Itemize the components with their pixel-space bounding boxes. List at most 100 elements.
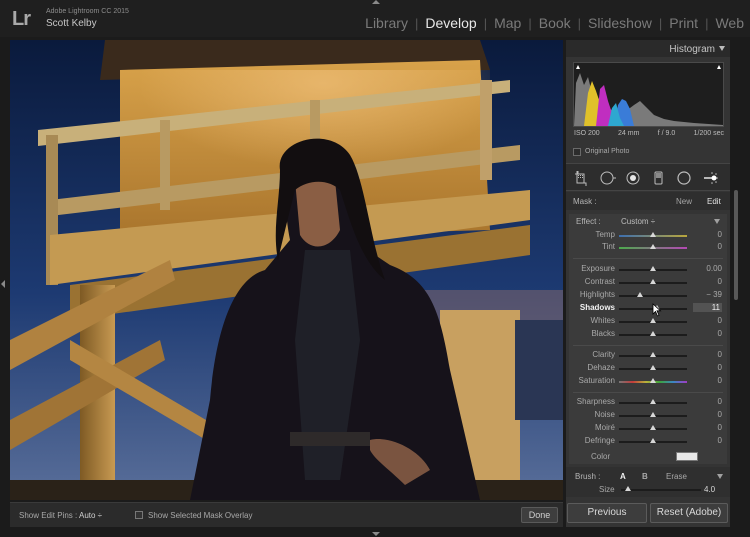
slider-thumb[interactable] <box>650 266 656 271</box>
mask-edit-button[interactable]: Edit <box>707 197 721 206</box>
module-library[interactable]: Library <box>358 15 415 31</box>
slider-value[interactable]: 0.00 <box>693 264 722 273</box>
slider-value[interactable]: 0 <box>693 329 722 338</box>
brush-size-value[interactable]: 4.0 <box>704 485 715 494</box>
reset-button[interactable]: Reset (Adobe) <box>650 503 728 523</box>
brush-size-thumb[interactable] <box>625 486 631 491</box>
brush-size-label: Size <box>599 485 615 494</box>
collapse-triangle-icon[interactable] <box>719 46 725 51</box>
slider-row-shadows: Shadows 11 <box>569 303 727 315</box>
slider-value[interactable]: 0 <box>693 242 722 251</box>
effect-preset-select[interactable]: Custom ÷ <box>621 217 655 226</box>
histogram-chart <box>574 63 723 126</box>
show-edit-pins-select[interactable]: Auto ÷ <box>79 511 102 520</box>
exif-info: ISO 200 24 mm f / 9.0 1/200 sec <box>574 130 724 137</box>
slider-thumb[interactable] <box>650 331 656 336</box>
slider-row-whites: Whites 0 <box>569 316 727 328</box>
slider-value[interactable]: 0 <box>693 363 722 372</box>
slider-row-blacks: Blacks 0 <box>569 329 727 341</box>
slider-value[interactable]: 0 <box>693 350 722 359</box>
slider-row-sharpness: Sharpness 0 <box>569 397 727 409</box>
brush-erase-button[interactable]: Erase <box>666 472 687 481</box>
mask-label: Mask : <box>573 197 597 206</box>
slider-row-saturation: Saturation 0 <box>569 376 727 388</box>
photo-canvas[interactable] <box>10 40 563 500</box>
photo-image <box>10 40 563 500</box>
slider-label: Moiré <box>594 423 615 432</box>
brush-settings: Brush : A B Erase Size 4.0 <box>566 467 730 497</box>
mask-new-button[interactable]: New <box>676 197 692 206</box>
slider-label: Defringe <box>584 436 615 445</box>
radial-filter-icon[interactable] <box>676 170 692 186</box>
slider-value[interactable]: 0 <box>693 397 722 406</box>
brush-b-button[interactable]: B <box>642 472 648 481</box>
module-print[interactable]: Print <box>662 15 705 31</box>
slider-thumb[interactable] <box>650 399 656 404</box>
effect-label: Effect : <box>576 217 601 226</box>
module-book[interactable]: Book <box>532 15 578 31</box>
mouse-pointer-icon <box>652 303 662 317</box>
effect-sliders-panel: Effect : Custom ÷ Temp 0 Tint 0 Exposure… <box>569 214 727 464</box>
slider-value[interactable]: 11 <box>693 303 722 312</box>
slider-row-dehaze: Dehaze 0 <box>569 363 727 375</box>
develop-toolbar: Show Edit Pins : Auto ÷ Show Selected Ma… <box>10 502 563 527</box>
slider-value[interactable]: 0 <box>693 376 722 385</box>
slider-row-noise: Noise 0 <box>569 410 727 422</box>
slider-thumb[interactable] <box>650 352 656 357</box>
red-eye-icon[interactable] <box>625 170 641 186</box>
color-swatch[interactable] <box>676 452 698 461</box>
slider-label: Contrast <box>584 277 615 286</box>
left-panel-toggle-icon[interactable] <box>1 280 5 288</box>
slider-row-clarity: Clarity 0 <box>569 350 727 362</box>
slider-label: Noise <box>594 410 615 419</box>
slider-thumb[interactable] <box>650 378 656 383</box>
module-slideshow[interactable]: Slideshow <box>581 15 659 31</box>
slider-label: Exposure <box>581 264 615 273</box>
histogram-header[interactable]: Histogram <box>566 40 730 57</box>
slider-label: Highlights <box>579 290 615 299</box>
slider-thumb[interactable] <box>650 425 656 430</box>
section-divider <box>573 392 723 393</box>
previous-button[interactable]: Previous <box>567 503 647 523</box>
right-panel: Histogram ISO 200 24 mm f / 9.0 1/200 se… <box>566 40 730 527</box>
graduated-filter-icon[interactable] <box>651 170 667 186</box>
module-picker: Library | Develop | Map | Book | Slidesh… <box>358 15 744 31</box>
module-map[interactable]: Map <box>487 15 528 31</box>
slider-value[interactable]: 0 <box>693 277 722 286</box>
slider-value[interactable]: 0 <box>693 436 722 445</box>
done-button[interactable]: Done <box>521 507 558 523</box>
adjustment-brush-icon[interactable] <box>702 170 718 186</box>
bottom-panel-toggle-icon[interactable] <box>372 532 380 536</box>
slider-value[interactable]: 0 <box>693 410 722 419</box>
slider-thumb[interactable] <box>650 318 656 323</box>
slider-thumb[interactable] <box>650 232 656 237</box>
collapse-triangle-icon[interactable] <box>714 219 720 224</box>
module-develop[interactable]: Develop <box>418 15 483 31</box>
spot-removal-icon[interactable] <box>600 170 616 186</box>
lightroom-logo: Lr <box>12 8 31 30</box>
original-photo-checkbox[interactable] <box>573 148 581 156</box>
identity-bar: Lr Adobe Lightroom CC 2015 Scott Kelby L… <box>0 0 750 37</box>
module-web[interactable]: Web <box>708 15 744 31</box>
top-panel-toggle-icon[interactable] <box>372 0 380 4</box>
slider-thumb[interactable] <box>650 412 656 417</box>
mask-overlay-checkbox[interactable] <box>135 511 143 519</box>
slider-thumb[interactable] <box>650 365 656 370</box>
collapse-triangle-icon[interactable] <box>717 474 723 479</box>
slider-value[interactable]: 0 <box>693 423 722 432</box>
slider-thumb[interactable] <box>650 279 656 284</box>
slider-value[interactable]: 0 <box>693 316 722 325</box>
crop-icon[interactable] <box>574 170 590 186</box>
slider-value[interactable]: − 39 <box>693 290 722 299</box>
brush-a-button[interactable]: A <box>620 472 626 481</box>
slider-thumb[interactable] <box>650 438 656 443</box>
slider-thumb[interactable] <box>650 244 656 249</box>
slider-row-tint: Tint 0 <box>569 242 727 254</box>
brush-size-track <box>621 489 701 491</box>
slider-thumb[interactable] <box>637 292 643 297</box>
panel-scrollbar[interactable] <box>734 190 738 300</box>
show-edit-pins-label: Show Edit Pins : <box>19 511 78 520</box>
histogram-graph[interactable] <box>573 62 724 127</box>
slider-value[interactable]: 0 <box>693 230 722 239</box>
slider-row-moire: Moiré 0 <box>569 423 727 435</box>
